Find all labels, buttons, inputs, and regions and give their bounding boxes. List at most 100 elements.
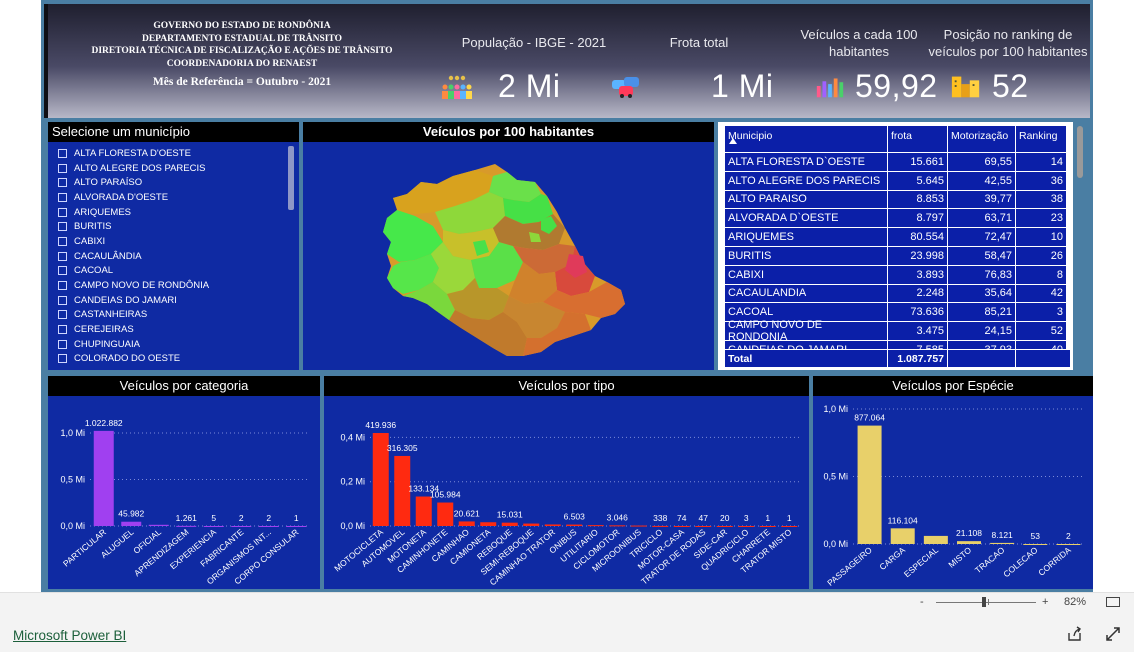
slicer-list[interactable]: ALTA FLORESTA D'OESTE ALTO ALEGRE DOS PAR… <box>58 146 288 366</box>
bar[interactable] <box>1023 543 1048 545</box>
slicer-item-label: ALVORADA D'OESTE <box>74 191 169 203</box>
slicer-scrollbar[interactable] <box>288 146 294 210</box>
bar[interactable] <box>258 525 279 527</box>
gov-line: DEPARTAMENTO ESTADUAL DE TRÂNSITO <box>141 33 342 44</box>
zoom-in-button[interactable]: + <box>1042 596 1054 608</box>
checkbox[interactable] <box>58 222 67 232</box>
bar[interactable] <box>652 525 669 527</box>
table-row[interactable]: CACAULANDIA 2.248 35,64 42 <box>725 284 1066 304</box>
slicer-item[interactable]: CACOAL <box>58 264 288 279</box>
cell-text: 23 <box>1050 212 1063 225</box>
share-icon[interactable] <box>1066 625 1084 643</box>
column-header-ranking[interactable]: Ranking <box>1016 126 1066 152</box>
bar[interactable] <box>415 496 432 526</box>
bar[interactable] <box>587 525 604 527</box>
bar[interactable] <box>1056 543 1081 545</box>
slicer-item[interactable]: ALTO ALEGRE DOS PARECIS <box>58 161 288 176</box>
fit-to-page-icon[interactable] <box>1106 597 1121 607</box>
checkbox[interactable] <box>58 339 67 349</box>
checkbox[interactable] <box>58 163 67 173</box>
bar[interactable] <box>566 524 583 526</box>
table-row[interactable]: ALTO ALEGRE DOS PARECIS 5.645 42,55 36 <box>725 171 1066 191</box>
table-row[interactable]: ALVORADA D`OESTE 8.797 63,71 23 <box>725 209 1066 229</box>
bar[interactable] <box>609 525 626 527</box>
bar[interactable] <box>673 525 690 527</box>
bar[interactable] <box>738 525 755 527</box>
column-header-motorizacao[interactable]: Motorização <box>948 126 1016 152</box>
table-row[interactable]: ALTA FLORESTA D`OESTE 15.661 69,55 14 <box>725 153 1066 172</box>
slicer-item[interactable]: ARIQUEMES <box>58 205 288 220</box>
chart-tipo[interactable]: 0,4 Mi0,2 Mi0,0 Mi419.936MOTOCICLETA316.… <box>324 396 809 589</box>
bar[interactable] <box>759 525 776 527</box>
checkbox[interactable] <box>58 207 67 217</box>
table-cell: 14 <box>1016 153 1066 171</box>
slicer-item-label: BURITIS <box>74 221 112 233</box>
checkbox[interactable] <box>58 325 67 335</box>
bar[interactable] <box>957 541 981 544</box>
bar[interactable] <box>437 502 454 526</box>
rondonia-map[interactable] <box>303 142 714 370</box>
checkbox[interactable] <box>58 192 67 202</box>
column-header-frota[interactable]: frota <box>888 126 948 152</box>
checkbox[interactable] <box>58 295 67 305</box>
power-bi-link[interactable]: Microsoft Power BI <box>13 628 126 643</box>
chart-categoria[interactable]: 1,0 Mi 0,5 Mi 0,0 Mi 1.022.882 PARTICULAR 45.… <box>48 396 320 589</box>
checkbox[interactable] <box>58 251 67 261</box>
data-label: 20 <box>720 513 730 523</box>
slicer-item[interactable]: ALTA FLORESTA D'OESTE <box>58 146 288 161</box>
slicer-item[interactable]: CANDEIAS DO JAMARI <box>58 293 288 308</box>
checkbox[interactable] <box>58 178 67 188</box>
chart-especie[interactable]: 1,0 Mi 0,5 Mi 0,0 Mi 877.064 PASSAGEIRO 116.1… <box>813 396 1093 589</box>
bar[interactable] <box>231 525 252 527</box>
slicer-item[interactable]: CACAULÂNDIA <box>58 249 288 264</box>
bar[interactable] <box>286 525 307 527</box>
table-row[interactable]: BURITIS 23.998 58,47 26 <box>725 246 1066 266</box>
bar[interactable] <box>890 528 915 544</box>
table-row[interactable]: ARIQUEMES 80.554 72,47 10 <box>725 228 1066 247</box>
bar[interactable] <box>990 542 1015 544</box>
sort-arrow-icon[interactable] <box>729 138 737 144</box>
checkbox[interactable] <box>58 148 67 158</box>
column-header-municipio[interactable]: Municipio <box>725 126 888 152</box>
checkbox[interactable] <box>58 310 67 320</box>
checkbox[interactable] <box>58 281 67 291</box>
bar[interactable] <box>695 525 712 527</box>
table-row[interactable]: CABIXI 3.893 76,83 8 <box>725 265 1066 285</box>
table-row[interactable]: ALTO PARAISO 8.853 39,77 38 <box>725 190 1066 210</box>
bar[interactable] <box>630 525 647 527</box>
zoom-out-button[interactable]: - <box>920 596 930 608</box>
bar[interactable] <box>93 430 114 526</box>
bar[interactable] <box>501 522 518 526</box>
checkbox[interactable] <box>58 236 67 246</box>
bar[interactable] <box>458 521 475 526</box>
slicer-item[interactable]: CABIXI <box>58 234 288 249</box>
checkbox[interactable] <box>58 354 67 364</box>
bar[interactable] <box>121 521 142 526</box>
table-cell: ALTA FLORESTA D`OESTE <box>725 153 888 171</box>
table-scrollbar[interactable] <box>1077 126 1083 178</box>
slicer-item[interactable]: ALVORADA D'OESTE <box>58 190 288 205</box>
checkbox[interactable] <box>58 266 67 276</box>
bar[interactable] <box>523 523 540 526</box>
slicer-item[interactable]: ALTO PARAÍSO <box>58 175 288 190</box>
slicer-item[interactable]: BURITIS <box>58 219 288 234</box>
bar[interactable] <box>716 525 733 527</box>
bar[interactable] <box>923 535 948 544</box>
table-body[interactable]: Municipio frota Motorização Ranking ALTA… <box>725 126 1066 366</box>
zoom-slider[interactable] <box>936 597 1036 607</box>
slicer-item[interactable]: COLORADO DO OESTE <box>58 352 288 367</box>
fullscreen-icon[interactable] <box>1104 625 1122 643</box>
bar[interactable] <box>857 425 882 544</box>
bar[interactable] <box>781 525 798 527</box>
bar[interactable] <box>480 522 497 526</box>
slicer-item[interactable]: CAMPO NOVO DE RONDÔNIA <box>58 278 288 293</box>
slicer-item[interactable]: CHUPINGUAIA <box>58 337 288 352</box>
bar[interactable] <box>148 524 169 526</box>
bar[interactable] <box>176 525 197 527</box>
bar[interactable] <box>544 524 561 526</box>
table-rows: ALTA FLORESTA D`OESTE 15.661 69,55 14 ALTO A… <box>725 153 1066 360</box>
table-row[interactable]: CAMPO NOVO DE RONDONIA 3.475 24,15 52 <box>725 319 1066 343</box>
slicer-item[interactable]: CASTANHEIRAS <box>58 308 288 323</box>
bar[interactable] <box>203 525 224 527</box>
slicer-item[interactable]: CEREJEIRAS <box>58 322 288 337</box>
